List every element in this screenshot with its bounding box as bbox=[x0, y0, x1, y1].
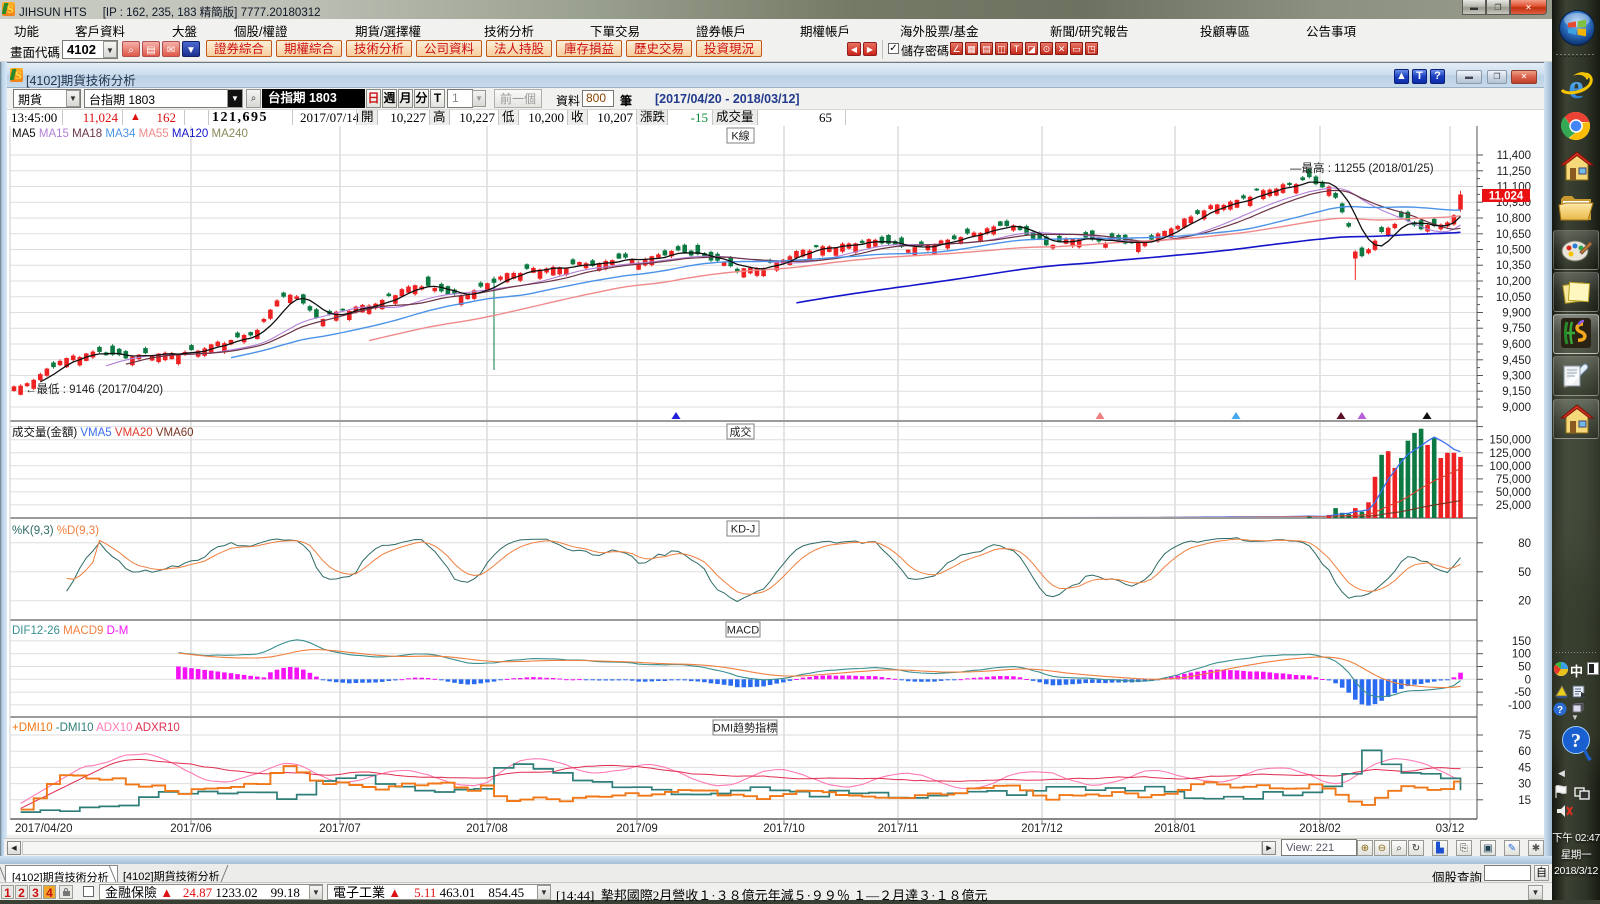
svg-text:45: 45 bbox=[1518, 762, 1531, 774]
svg-text:10,500: 10,500 bbox=[1496, 245, 1531, 257]
svg-text:11,400: 11,400 bbox=[1497, 150, 1531, 162]
svg-text:2017/10: 2017/10 bbox=[763, 823, 805, 835]
svg-text:9,750: 9,750 bbox=[1502, 323, 1531, 335]
svg-text:2017/04/20: 2017/04/20 bbox=[15, 823, 73, 835]
svg-text:%K(9,3) %D(9,3): %K(9,3) %D(9,3) bbox=[12, 525, 99, 537]
svg-text:100,000: 100,000 bbox=[1489, 461, 1531, 473]
svg-text:9,150: 9,150 bbox=[1502, 386, 1531, 398]
svg-text:KD-J: KD-J bbox=[731, 524, 755, 536]
svg-text:成交: 成交 bbox=[730, 425, 752, 439]
svg-text:K線: K線 bbox=[731, 129, 749, 143]
svg-text:2017/11: 2017/11 bbox=[878, 823, 919, 835]
svg-text:0: 0 bbox=[1525, 674, 1531, 686]
svg-text:DIF12-26 MACD9 D-M: DIF12-26 MACD9 D-M bbox=[12, 625, 128, 637]
svg-text:11,024: 11,024 bbox=[1489, 191, 1524, 203]
svg-text:75: 75 bbox=[1518, 730, 1531, 742]
svg-text:9,300: 9,300 bbox=[1502, 371, 1531, 383]
svg-text:2017/08: 2017/08 bbox=[466, 823, 508, 835]
svg-text:20: 20 bbox=[1518, 596, 1531, 608]
svg-text:?: ? bbox=[1571, 730, 1581, 752]
svg-text:MA5 MA15 MA18 MA34 MA55 MA120: MA5 MA15 MA18 MA34 MA55 MA120 MA240 bbox=[12, 128, 248, 140]
svg-text:DMI趋勢指標: DMI趋勢指標 bbox=[713, 721, 777, 735]
svg-text:50: 50 bbox=[1518, 567, 1531, 579]
svg-text:9,600: 9,600 bbox=[1502, 339, 1531, 351]
svg-text:10,050: 10,050 bbox=[1496, 292, 1531, 304]
svg-text:2018/01: 2018/01 bbox=[1154, 823, 1196, 835]
svg-text:2018/02: 2018/02 bbox=[1299, 823, 1341, 835]
svg-text:+DMI10 -DMI10 ADX10 ADXR10: +DMI10 -DMI10 ADX10 ADXR10 bbox=[12, 722, 180, 734]
svg-text:9,450: 9,450 bbox=[1502, 355, 1531, 367]
svg-text:成交量(金額) VMA5 VMA20 VMA60: 成交量(金額) VMA5 VMA20 VMA60 bbox=[12, 425, 194, 439]
svg-text:10,350: 10,350 bbox=[1496, 260, 1531, 272]
svg-text:←最低 : 9146 (2017/04/20): ←最低 : 9146 (2017/04/20) bbox=[25, 383, 163, 396]
svg-text:-50: -50 bbox=[1514, 687, 1531, 699]
svg-text:10,200: 10,200 bbox=[1496, 276, 1531, 288]
svg-text:10,800: 10,800 bbox=[1496, 213, 1531, 225]
svg-text:150: 150 bbox=[1512, 636, 1531, 648]
svg-text:-100: -100 bbox=[1508, 700, 1531, 712]
svg-text:60: 60 bbox=[1518, 746, 1531, 758]
svg-text:2017/06: 2017/06 bbox=[170, 823, 212, 835]
svg-text:75,000: 75,000 bbox=[1496, 474, 1531, 486]
svg-text:15: 15 bbox=[1518, 795, 1531, 807]
svg-text:9,900: 9,900 bbox=[1502, 308, 1531, 320]
svg-text:80: 80 bbox=[1518, 538, 1531, 550]
svg-text:30: 30 bbox=[1518, 779, 1531, 791]
svg-text:125,000: 125,000 bbox=[1489, 448, 1531, 460]
svg-text:25,000: 25,000 bbox=[1496, 500, 1531, 512]
svg-text:03/12: 03/12 bbox=[1436, 823, 1465, 835]
svg-text:150,000: 150,000 bbox=[1489, 435, 1531, 447]
svg-text:MACD: MACD bbox=[727, 625, 759, 637]
svg-text:2017/09: 2017/09 bbox=[616, 823, 658, 835]
svg-text:50,000: 50,000 bbox=[1496, 487, 1531, 499]
svg-text:9,000: 9,000 bbox=[1502, 402, 1531, 414]
svg-text:11,250: 11,250 bbox=[1497, 166, 1531, 178]
svg-text:2017/12: 2017/12 bbox=[1021, 823, 1063, 835]
svg-text:2017/07: 2017/07 bbox=[319, 823, 361, 835]
svg-text:—最高 : 11255 (2018/01/25): —最高 : 11255 (2018/01/25) bbox=[1290, 161, 1434, 175]
svg-text:50: 50 bbox=[1518, 662, 1531, 674]
svg-text:10,650: 10,650 bbox=[1496, 229, 1531, 241]
svg-text:?: ? bbox=[1557, 705, 1563, 716]
svg-text:100: 100 bbox=[1512, 649, 1531, 661]
